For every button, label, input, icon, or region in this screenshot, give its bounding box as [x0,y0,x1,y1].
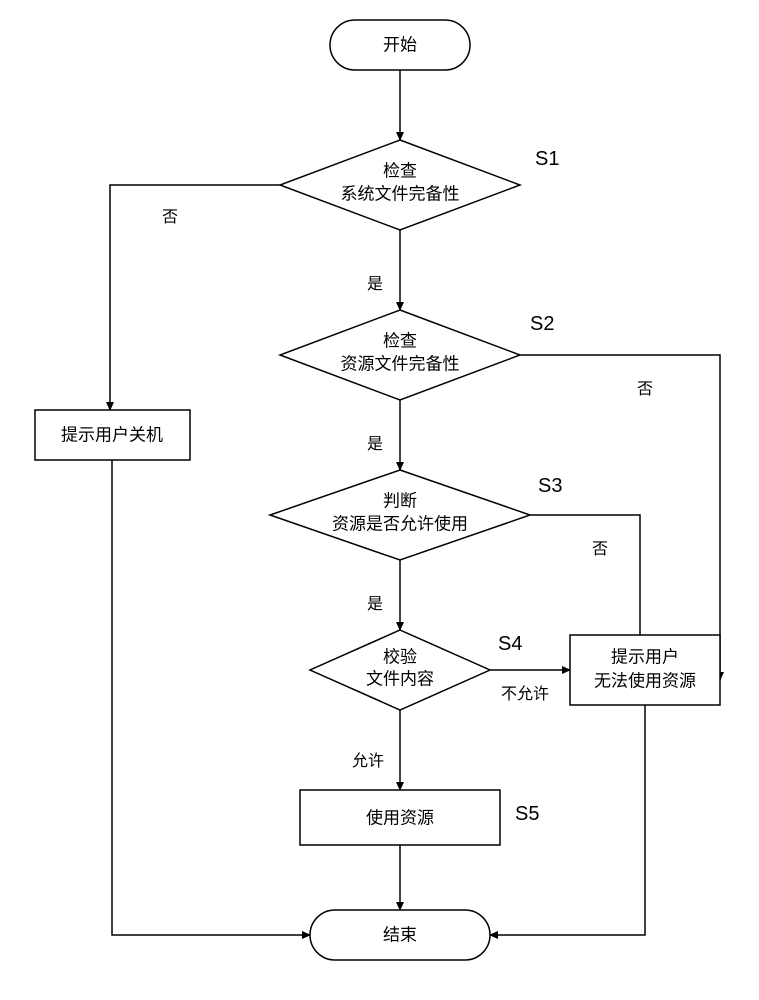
s3-line1: 判断 [383,491,417,510]
edge-s1-no [110,185,280,410]
s2-label: S2 [530,313,554,335]
s1-line1: 检查 [383,161,417,180]
use-resource-text: 使用资源 [366,807,434,827]
flowchart: 开始 检查 系统文件完备性 S1 否 提示用户关机 是 检查 资源文件完备性 S… [0,0,759,1000]
s2-line2: 资源文件完备性 [341,354,460,373]
edge-shutdown-end [112,460,310,935]
edge-s2-no [520,355,720,680]
s3-no-text: 否 [592,541,608,558]
s5-label: S5 [515,803,539,825]
decision-s1: 检查 系统文件完备性 S1 [280,140,559,230]
edge-cannotuse-end [490,705,645,935]
s1-label: S1 [535,148,559,170]
s3-line2: 资源是否允许使用 [332,513,468,533]
s1-no-text: 否 [162,209,178,226]
shutdown-text: 提示用户关机 [61,425,163,444]
s1-yes-text: 是 [367,276,383,293]
process-shutdown: 提示用户关机 [35,410,190,460]
s4-line2: 文件内容 [366,669,434,688]
end-text: 结束 [383,925,417,944]
start-text: 开始 [383,35,417,54]
cannot-use-line1: 提示用户 [611,647,679,666]
process-cannot-use: 提示用户 无法使用资源 [570,635,720,705]
s3-yes-text: 是 [367,596,383,613]
s2-yes-text: 是 [367,436,383,453]
s2-line1: 检查 [383,331,417,350]
s4-allow-text: 允许 [352,752,384,770]
s2-no-text: 否 [637,381,653,398]
s4-label: S4 [498,633,522,655]
s1-line2: 系统文件完备性 [341,184,460,203]
edge-s3-no [530,515,640,650]
process-use-resource: 使用资源 S5 [300,790,539,845]
cannot-use-line2: 无法使用资源 [594,670,696,690]
end-node: 结束 [310,910,490,960]
decision-s3: 判断 资源是否允许使用 S3 [270,470,562,560]
s4-line1: 校验 [383,647,417,666]
start-node: 开始 [330,20,470,70]
decision-s2: 检查 资源文件完备性 S2 [280,310,554,400]
s3-label: S3 [538,475,562,497]
s4-notallow-text: 不允许 [501,685,549,703]
